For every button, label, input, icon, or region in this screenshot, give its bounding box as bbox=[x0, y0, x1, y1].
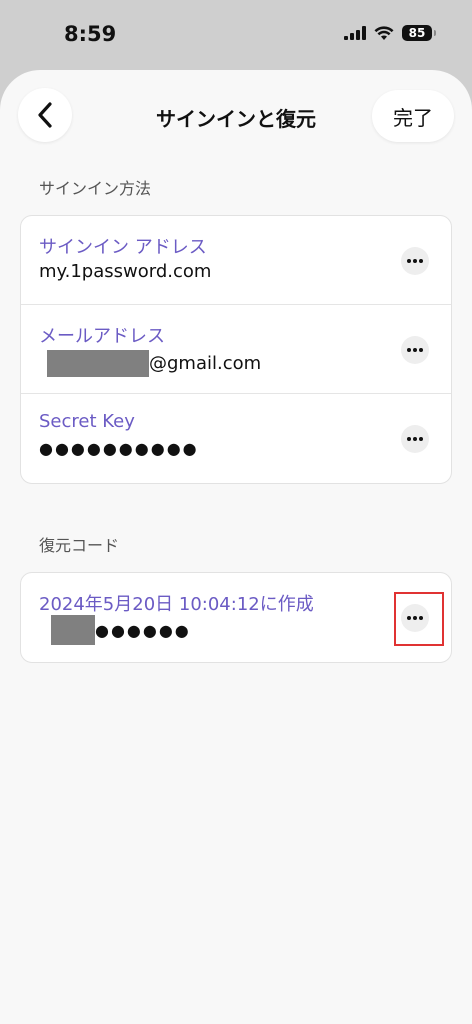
email-row[interactable]: メールアドレス @gmail.com bbox=[21, 305, 451, 394]
recovery-code-row[interactable]: 2024年5月20日 10:04:12に作成 ●●●●●● bbox=[21, 573, 451, 662]
ellipsis-icon bbox=[407, 437, 423, 441]
section-header-recovery: 復元コード bbox=[39, 536, 120, 555]
row-label: サインイン アドレス bbox=[39, 237, 207, 258]
done-button[interactable]: 完了 bbox=[372, 90, 454, 142]
status-time: 8:59 bbox=[64, 22, 117, 46]
row-label: メールアドレス bbox=[39, 326, 165, 347]
redacted-block bbox=[47, 350, 149, 377]
sign-in-recovery-sheet: サインインと復元 完了 サインイン方法 サインイン アドレス my.1passw… bbox=[0, 70, 472, 1024]
wifi-icon bbox=[374, 25, 394, 40]
battery-level: 85 bbox=[408, 26, 426, 40]
row-value: @gmail.com bbox=[39, 350, 261, 377]
row-value: my.1password.com bbox=[39, 261, 212, 282]
section-header-signin: サインイン方法 bbox=[39, 179, 152, 198]
redacted-block bbox=[51, 615, 95, 645]
signin-address-row[interactable]: サインイン アドレス my.1password.com bbox=[21, 216, 451, 305]
signin-card: サインイン アドレス my.1password.com メールアドレス @gma… bbox=[20, 215, 452, 484]
recovery-card: 2024年5月20日 10:04:12に作成 ●●●●●● bbox=[20, 572, 452, 663]
row-value: ●●●●●● bbox=[39, 615, 191, 645]
more-options-button[interactable] bbox=[401, 247, 429, 275]
more-options-button[interactable] bbox=[401, 336, 429, 364]
row-label: Secret Key bbox=[39, 411, 135, 432]
battery-icon: 85 bbox=[402, 25, 436, 41]
more-options-button[interactable] bbox=[401, 604, 429, 632]
status-icons: 85 bbox=[344, 25, 436, 41]
secret-key-row[interactable]: Secret Key ●●●●●●●●●● bbox=[21, 394, 451, 483]
recovery-code-dots: ●●●●●● bbox=[95, 620, 191, 640]
row-value: ●●●●●●●●●● bbox=[39, 439, 199, 458]
email-domain: @gmail.com bbox=[149, 353, 262, 374]
status-bar: 8:59 85 bbox=[0, 0, 472, 70]
more-options-button[interactable] bbox=[401, 425, 429, 453]
ellipsis-icon bbox=[407, 259, 423, 263]
ellipsis-icon bbox=[407, 348, 423, 352]
signal-icon bbox=[344, 26, 366, 40]
ellipsis-icon bbox=[407, 616, 423, 620]
row-label: 2024年5月20日 10:04:12に作成 bbox=[39, 594, 314, 615]
